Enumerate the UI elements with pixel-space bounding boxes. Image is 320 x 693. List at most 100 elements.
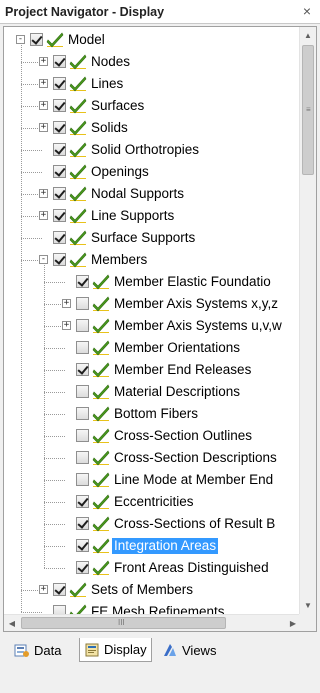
tree-item-line-mode-member-end[interactable]: Line Mode at Member End (4, 469, 301, 491)
scroll-grip-icon: III (118, 618, 125, 627)
tree-item-integration-areas[interactable]: Integration Areas (4, 535, 301, 557)
checkbox[interactable] (53, 77, 66, 90)
checkbox[interactable] (76, 561, 89, 574)
tree-connector (21, 172, 42, 173)
tab-display[interactable]: Display (79, 638, 152, 662)
checkbox[interactable] (76, 473, 89, 486)
tree-item-lines[interactable]: + Lines (4, 73, 301, 95)
collapse-icon[interactable]: - (16, 35, 25, 44)
check-icon (46, 31, 64, 49)
tree-item-line-supports[interactable]: + Line Supports (4, 205, 301, 227)
checkbox[interactable] (76, 429, 89, 442)
tree-item-member-axis-systems-xyz[interactable]: + Member Axis Systems x,y,z (4, 293, 301, 315)
tree-item-fe-mesh-refinements[interactable]: FE Mesh Refinements (4, 601, 301, 614)
data-icon (14, 644, 29, 657)
checkbox[interactable] (76, 495, 89, 508)
check-icon (69, 229, 87, 247)
checkbox[interactable] (76, 517, 89, 530)
tree-item-model[interactable]: - Model (4, 29, 301, 51)
checkbox[interactable] (53, 209, 66, 222)
tree-item-label: Member Elastic Foundatio (114, 274, 271, 289)
check-icon (92, 339, 110, 357)
tree-item-solids[interactable]: + Solids (4, 117, 301, 139)
check-icon (92, 537, 110, 555)
tree-item-cross-section-outlines[interactable]: Cross-Section Outlines (4, 425, 301, 447)
checkbox[interactable] (76, 385, 89, 398)
expand-icon[interactable]: + (39, 57, 48, 66)
vertical-scroll-thumb[interactable]: ≡ (302, 45, 314, 175)
tree-item-member-end-releases[interactable]: Member End Releases (4, 359, 301, 381)
tree-item-eccentricities[interactable]: Eccentricities (4, 491, 301, 513)
check-icon (92, 295, 110, 313)
tree-item-openings[interactable]: Openings (4, 161, 301, 183)
tree-item-members[interactable]: - Members (4, 249, 301, 271)
scroll-down-icon[interactable]: ▼ (300, 597, 316, 614)
checkbox[interactable] (76, 319, 89, 332)
tree-item-nodes[interactable]: + Nodes (4, 51, 301, 73)
checkbox[interactable] (76, 275, 89, 288)
tab-data[interactable]: Data (10, 638, 65, 662)
checkbox[interactable] (76, 451, 89, 464)
tree-item-member-elastic-foundation[interactable]: Member Elastic Foundatio (4, 271, 301, 293)
tree-item-label: Eccentricities (114, 494, 194, 509)
tree-item-label: Material Descriptions (114, 384, 241, 399)
tree-connector (21, 238, 42, 239)
tree-connector (21, 612, 42, 613)
checkbox[interactable] (76, 297, 89, 310)
checkbox[interactable] (76, 539, 89, 552)
checkbox[interactable] (53, 583, 66, 596)
tree-item-label: Members (91, 252, 148, 267)
expand-icon[interactable]: + (62, 321, 71, 330)
navigator-tabs: Data Display Views (0, 638, 320, 693)
tree-item-label: Solid Orthotropies (91, 142, 200, 157)
tab-views[interactable]: Views (158, 638, 220, 662)
horizontal-scrollbar[interactable]: ◀ III ▶ (4, 614, 301, 631)
expand-icon[interactable]: + (62, 299, 71, 308)
tree-connector (21, 150, 42, 151)
expand-icon[interactable]: + (39, 79, 48, 88)
expand-icon[interactable]: + (39, 189, 48, 198)
checkbox[interactable] (53, 143, 66, 156)
checkbox[interactable] (53, 165, 66, 178)
checkbox[interactable] (30, 33, 43, 46)
collapse-icon[interactable]: - (39, 255, 48, 264)
tree-item-cross-section-descriptions[interactable]: Cross-Section Descriptions (4, 447, 301, 469)
tree-item-surface-supports[interactable]: Surface Supports (4, 227, 301, 249)
horizontal-scroll-thumb[interactable]: III (21, 617, 226, 629)
check-icon (92, 273, 110, 291)
tree-item-front-areas-distinguished[interactable]: Front Areas Distinguished (4, 557, 301, 579)
checkbox[interactable] (76, 363, 89, 376)
checkbox[interactable] (53, 121, 66, 134)
checkbox[interactable] (53, 55, 66, 68)
tree-item-member-orientations[interactable]: Member Orientations (4, 337, 301, 359)
checkbox[interactable] (53, 605, 66, 614)
tree-item-surfaces[interactable]: + Surfaces (4, 95, 301, 117)
checkbox[interactable] (53, 99, 66, 112)
checkbox[interactable] (53, 253, 66, 266)
tree-item-bottom-fibers[interactable]: Bottom Fibers (4, 403, 301, 425)
scroll-left-icon[interactable]: ◀ (4, 615, 20, 631)
expand-icon[interactable]: + (39, 101, 48, 110)
tree-connector (44, 348, 65, 349)
scroll-up-icon[interactable]: ▲ (300, 27, 316, 44)
checkbox[interactable] (53, 187, 66, 200)
tree-connector (44, 370, 65, 371)
tree-item-cross-sections-result[interactable]: Cross-Sections of Result B (4, 513, 301, 535)
expand-icon[interactable]: + (39, 585, 48, 594)
checkbox[interactable] (53, 231, 66, 244)
expand-icon[interactable]: + (39, 123, 48, 132)
check-icon (69, 141, 87, 159)
tree-item-sets-of-members[interactable]: + Sets of Members (4, 579, 301, 601)
check-icon (92, 361, 110, 379)
close-icon[interactable]: × (300, 3, 314, 19)
vertical-scrollbar[interactable]: ▲ ≡ ▼ (299, 27, 316, 614)
tree-item-nodal-supports[interactable]: + Nodal Supports (4, 183, 301, 205)
tree-item-material-descriptions[interactable]: Material Descriptions (4, 381, 301, 403)
tree-item-member-axis-systems-uvw[interactable]: + Member Axis Systems u,v,w (4, 315, 301, 337)
checkbox[interactable] (76, 341, 89, 354)
check-icon (92, 559, 110, 577)
tree-item-solid-orthotropies[interactable]: Solid Orthotropies (4, 139, 301, 161)
tree-guide-line (44, 265, 45, 568)
expand-icon[interactable]: + (39, 211, 48, 220)
checkbox[interactable] (76, 407, 89, 420)
